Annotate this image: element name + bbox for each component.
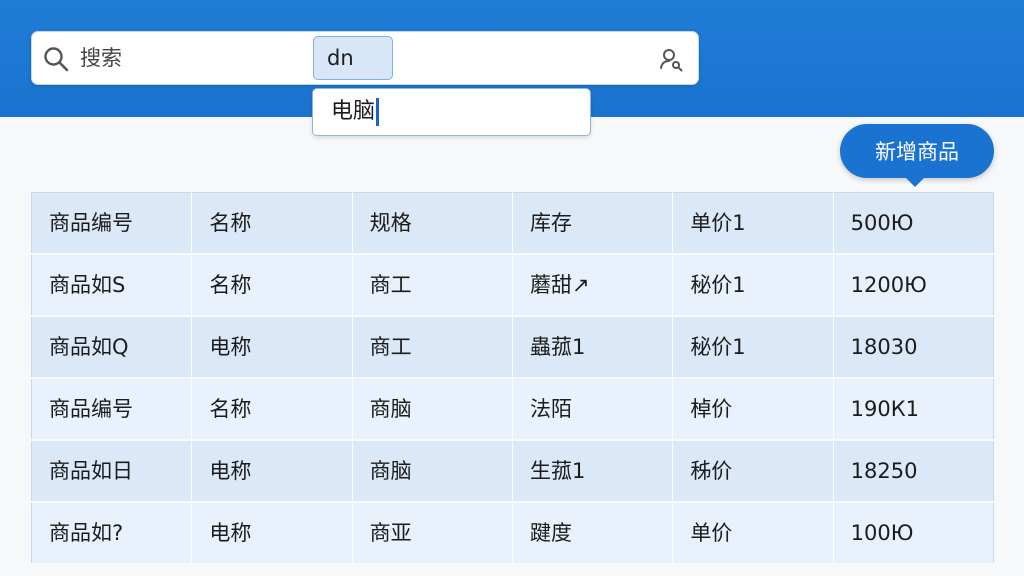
search-suggestion[interactable]: 电脑 xyxy=(312,88,591,136)
table-cell: 商品如Q xyxy=(31,316,193,379)
table-cell: 蘑甜↗ xyxy=(512,254,674,317)
text-caret xyxy=(376,98,380,126)
table-cell: 商品编号 xyxy=(31,192,193,255)
table-cell: 1200Ю xyxy=(833,254,994,317)
table-row[interactable]: 商品编号 名称 规格 库存 单价1 500Ю xyxy=(31,192,994,255)
table-cell: 电称 xyxy=(191,502,353,565)
table-cell: 商脑 xyxy=(352,440,513,503)
table-row[interactable]: 商品如S 名称 商工 蘑甜↗ 秘价1 1200Ю xyxy=(31,254,994,317)
table-cell: 库存 xyxy=(512,192,674,255)
table-cell: 单价 xyxy=(672,502,834,565)
search-icon xyxy=(44,47,69,72)
suggestion-text: 电脑 xyxy=(331,98,380,126)
table-cell: 生菰1 xyxy=(512,440,674,503)
table-row[interactable]: 商品如? 电称 商亚 踺度 单价 100Ю xyxy=(31,502,994,565)
table-row[interactable]: 商品如日 电称 商脑 生菰1 秭价 18250 xyxy=(31,440,994,503)
table-cell: 100Ю xyxy=(833,502,994,565)
table-cell: 规格 xyxy=(352,192,513,255)
table-cell: 电称 xyxy=(191,316,353,379)
suggestion-label: 电脑 xyxy=(331,99,376,124)
table-cell: 电称 xyxy=(191,440,353,503)
search-box[interactable]: 搜索 dn xyxy=(31,31,699,85)
table-cell: 18250 xyxy=(833,440,994,503)
table-cell: 500Ю xyxy=(833,192,994,255)
table-cell: 单价1 xyxy=(672,192,834,255)
table-cell: 秭价 xyxy=(672,440,834,503)
table-cell: 踺度 xyxy=(512,502,674,565)
product-table: 商品编号 名称 规格 库存 单价1 500Ю 商品如S 名称 商工 蘑甜↗ 秘价… xyxy=(31,192,994,565)
table-cell: 18030 xyxy=(833,316,994,379)
table-row[interactable]: 商品编号 名称 商脑 法陌 棹价 190К1 xyxy=(31,378,994,441)
search-placeholder: 搜索 xyxy=(80,46,122,70)
table-cell: 名称 xyxy=(191,378,353,441)
table-cell: 秘价1 xyxy=(672,316,834,379)
table-cell: 商品如? xyxy=(31,502,193,565)
add-product-button[interactable]: 新增商品 xyxy=(840,124,994,178)
voice-search-icon[interactable] xyxy=(658,46,684,72)
ime-composition-input[interactable]: dn xyxy=(313,36,393,80)
table-cell: 商工 xyxy=(352,316,513,379)
table-cell: 商工 xyxy=(352,254,513,317)
add-button-pointer xyxy=(904,176,926,187)
table-cell: 棹价 xyxy=(672,378,834,441)
table-cell: 法陌 xyxy=(512,378,674,441)
table-cell: 名称 xyxy=(191,192,353,255)
table-cell: 商亚 xyxy=(352,502,513,565)
table-cell: 商品编号 xyxy=(31,378,193,441)
table-cell: 蟲菰1 xyxy=(512,316,674,379)
table-cell: 秘价1 xyxy=(672,254,834,317)
table-cell: 190К1 xyxy=(833,378,994,441)
table-cell: 商品如日 xyxy=(31,440,193,503)
table-cell: 商品如S xyxy=(31,254,193,317)
table-row[interactable]: 商品如Q 电称 商工 蟲菰1 秘价1 18030 xyxy=(31,316,994,379)
table-cell: 名称 xyxy=(191,254,353,317)
table-cell: 商脑 xyxy=(352,378,513,441)
